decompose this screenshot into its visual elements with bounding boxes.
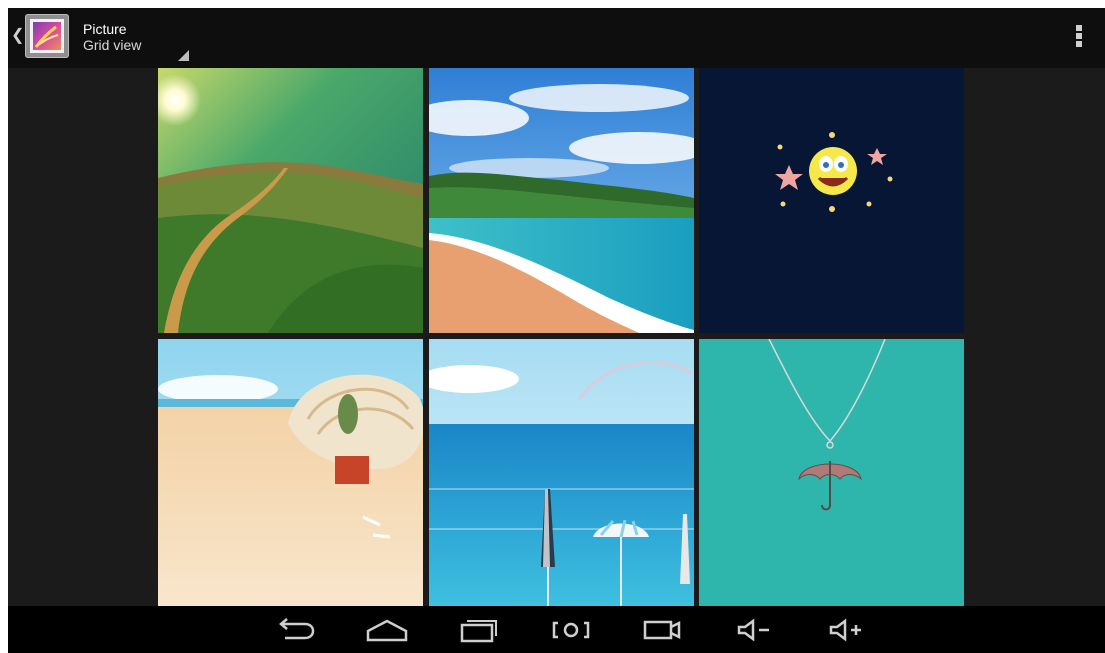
volume-up-icon[interactable] [823,615,871,645]
gallery-app-icon-graphic [30,19,64,53]
photo-grid [158,68,965,606]
photo-umbrella-necklace[interactable] [699,339,964,606]
app-title: Picture [83,21,127,37]
volume-down-icon[interactable] [731,615,779,645]
photo-seashell-beach[interactable] [158,339,423,606]
chevron-left-icon[interactable]: ❮ [11,28,24,44]
photo-sponge-stars[interactable] [699,68,964,333]
view-mode-label: Grid view [83,37,142,53]
photo-sea-umbrellas[interactable] [429,339,694,606]
photo-meadow-path[interactable] [158,68,423,333]
action-bar: ❮ Picture Grid view [8,8,1105,68]
dropdown-triangle-icon[interactable] [178,50,189,61]
gallery-screen: ❮ Picture Grid view [8,8,1105,653]
gallery-app-icon[interactable] [25,14,69,58]
screenshot-icon[interactable] [547,615,595,645]
camera-icon[interactable] [639,615,687,645]
recent-apps-icon[interactable] [455,615,503,645]
system-nav-bar [8,606,1105,653]
back-icon[interactable] [271,615,319,645]
home-icon[interactable] [363,615,411,645]
overflow-menu-icon[interactable] [1074,25,1084,51]
photo-tropical-beach[interactable] [429,68,694,333]
title-dropdown[interactable]: Picture Grid view [83,21,141,53]
